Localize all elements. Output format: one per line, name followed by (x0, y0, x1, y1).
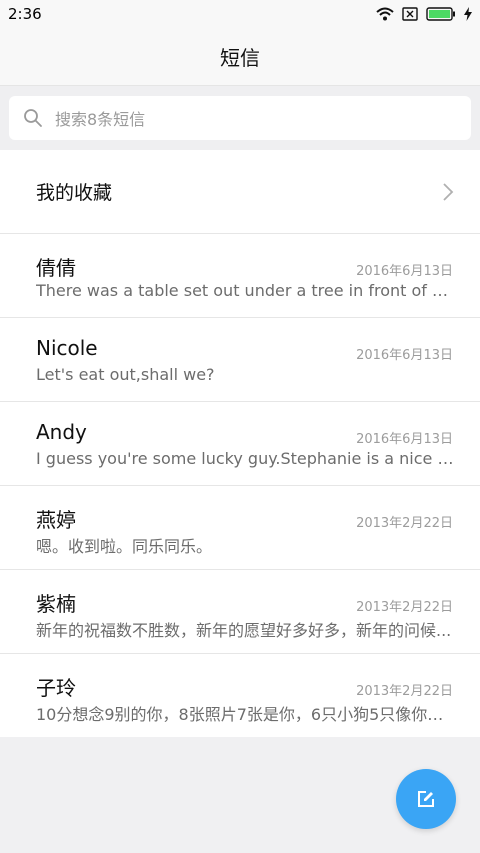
favorites-row[interactable]: 我的收藏 (0, 150, 480, 234)
contact-name: 紫楠 (36, 592, 76, 616)
contact-name: 燕婷 (36, 508, 76, 532)
search-input[interactable]: 搜索8条短信 (9, 96, 471, 140)
message-preview: 新年的祝福数不胜数，新年的愿望好多好多，新年的问候... (36, 621, 452, 640)
message-date: 2016年6月13日 (356, 264, 453, 279)
conversation-item[interactable]: 子玲 2013年2月22日 10分想念9别的你，8张照片7张是你，6只小狗5只像… (0, 654, 480, 738)
search-area: 搜索8条短信 (0, 86, 480, 150)
message-date: 2016年6月13日 (356, 348, 453, 363)
favorites-label: 我的收藏 (36, 182, 113, 204)
contact-name: 子玲 (36, 676, 76, 700)
compose-button[interactable] (396, 769, 456, 829)
conversation-item[interactable]: Nicole 2016年6月13日 Let's eat out,shall we… (0, 318, 480, 402)
message-preview: There was a table set out under a tree i… (36, 281, 454, 300)
message-preview: 嗯。收到啦。同乐同乐。 (36, 537, 213, 556)
contact-name: Nicole (36, 336, 98, 360)
status-time: 2:36 (8, 5, 42, 23)
compose-icon (418, 791, 434, 807)
message-date: 2013年2月22日 (356, 684, 453, 699)
contact-name: 倩倩 (36, 256, 76, 280)
page-title: 短信 (220, 46, 260, 70)
message-list: 我的收藏 倩倩 2016年6月13日 There was a table set… (0, 150, 480, 737)
conversation-item[interactable]: 燕婷 2013年2月22日 嗯。收到啦。同乐同乐。 (0, 486, 480, 570)
status-icons (376, 7, 472, 21)
search-placeholder: 搜索8条短信 (55, 110, 146, 129)
wifi-icon (376, 7, 394, 21)
message-preview: 10分想念9别的你，8张照片7张是你，6只小狗5只像你，4... (36, 705, 454, 724)
search-icon (24, 109, 42, 127)
message-date: 2013年2月22日 (356, 516, 453, 531)
battery-icon (426, 7, 455, 21)
contact-name: Andy (36, 420, 87, 444)
chevron-right-icon (443, 182, 454, 201)
message-date: 2016年6月13日 (356, 432, 453, 447)
charging-icon (464, 7, 472, 21)
no-sim-icon (402, 7, 418, 21)
message-preview: I guess you're some lucky guy.Stephanie … (36, 449, 454, 468)
conversation-item[interactable]: Andy 2016年6月13日 I guess you're some luck… (0, 402, 480, 486)
title-bar: 短信 (0, 28, 480, 86)
message-preview: Let's eat out,shall we? (36, 365, 215, 384)
conversation-item[interactable]: 倩倩 2016年6月13日 There was a table set out … (0, 234, 480, 318)
conversation-item[interactable]: 紫楠 2013年2月22日 新年的祝福数不胜数，新年的愿望好多好多，新年的问候.… (0, 570, 480, 654)
message-date: 2013年2月22日 (356, 600, 453, 615)
status-bar: 2:36 (0, 0, 480, 28)
